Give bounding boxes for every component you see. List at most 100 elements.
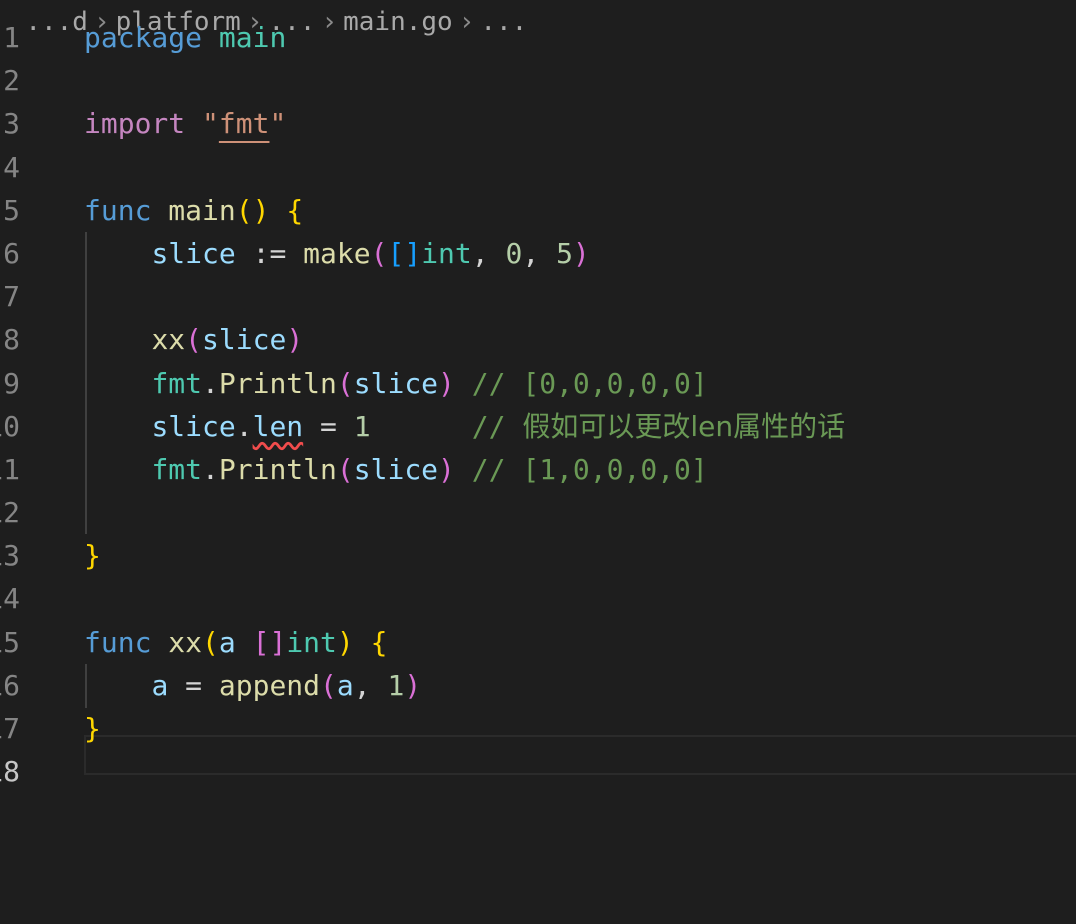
code-token: import xyxy=(84,107,186,141)
code-line[interactable]: 4 xyxy=(0,146,1076,189)
code-token: main xyxy=(218,21,287,54)
code-token: 1 xyxy=(353,409,371,443)
code-token: 假如可以更改len属性的话 xyxy=(522,409,846,443)
line-number: 2 xyxy=(3,64,20,98)
code-token: fmt xyxy=(218,107,270,141)
code-token: make xyxy=(303,236,371,270)
line-number: 14 xyxy=(0,582,20,616)
code-token: ) xyxy=(572,236,590,270)
code-line[interactable]: 8 xx(slice) xyxy=(0,318,1076,361)
line-number: 4 xyxy=(3,150,20,184)
code-line[interactable]: 1 package main xyxy=(0,16,1076,59)
code-token: ( xyxy=(185,323,203,357)
code-line[interactable]: 7 xyxy=(0,275,1076,318)
code-token: { xyxy=(370,625,388,659)
code-token: fmt xyxy=(151,366,203,400)
code-token: = xyxy=(303,409,354,443)
code-editor[interactable]: 1 package main 2 3 import "fmt" 4 5 func main()… xyxy=(0,16,1076,793)
code-line[interactable]: 6 slice := make([]int, 0, 5) xyxy=(0,232,1076,275)
code-token: 5 xyxy=(556,236,573,270)
code-token: . xyxy=(235,409,253,443)
code-token: ) xyxy=(336,625,354,659)
code-text: func main() { xyxy=(84,189,303,232)
code-token: fmt xyxy=(151,452,203,486)
line-number: 16 xyxy=(0,668,20,702)
line-number: 10 xyxy=(0,409,20,443)
code-line[interactable]: 2 xyxy=(0,59,1076,102)
code-token: package xyxy=(84,21,203,54)
code-token: Println xyxy=(218,452,337,486)
code-token: ) xyxy=(438,366,455,400)
code-text: func xx(a []int) { xyxy=(84,621,387,664)
code-token: " xyxy=(202,107,219,141)
code-token: func xyxy=(84,193,152,227)
code-token: int xyxy=(421,236,472,270)
code-token: } xyxy=(84,539,101,573)
code-line[interactable]: 13} xyxy=(0,534,1076,577)
code-text: import "fmt" xyxy=(84,102,286,145)
line-number: 15 xyxy=(0,625,20,659)
code-token: xx xyxy=(151,323,186,357)
code-line[interactable]: 17} xyxy=(0,707,1076,750)
line-number: 6 xyxy=(3,236,20,270)
line-number: 11 xyxy=(0,452,20,486)
code-line[interactable]: 5 func main() { xyxy=(0,189,1076,232)
code-text: a = append(a, 1) xyxy=(84,664,421,707)
code-line[interactable]: 16 a = append(a, 1) xyxy=(0,664,1076,707)
code-token: slice xyxy=(353,452,439,486)
line-number: 8 xyxy=(3,323,20,357)
code-token: a xyxy=(218,625,236,659)
breadcrumb: ...d › platform ›... › main.go ›... xyxy=(0,0,527,36)
code-line[interactable]: 10 slice.len = 1 // 假如可以更改len属性的话 xyxy=(0,405,1076,448)
code-token: Println xyxy=(218,366,337,400)
code-text: } xyxy=(84,534,101,577)
line-number: 13 xyxy=(0,539,20,573)
code-token: { xyxy=(286,193,304,227)
code-token: " xyxy=(269,107,287,141)
code-line[interactable]: 9 fmt.Println(slice) // [0,0,0,0,0] xyxy=(0,362,1076,405)
code-token: func xyxy=(84,625,152,659)
code-token: , xyxy=(522,236,557,270)
code-text: package main xyxy=(84,16,286,59)
code-line[interactable]: 15 func xx(a []int) { xyxy=(0,621,1076,664)
code-token: ) xyxy=(404,668,422,702)
code-token: // xyxy=(471,409,523,443)
code-text: xx(slice) xyxy=(84,318,303,361)
code-token: [] xyxy=(387,236,422,270)
code-line[interactable]: 14 xyxy=(0,577,1076,620)
code-token: len xyxy=(252,409,304,443)
code-line[interactable]: 11 fmt.Println(slice) // [1,0,0,0,0] xyxy=(0,448,1076,491)
code-token: := xyxy=(235,236,304,270)
code-token: append xyxy=(218,668,321,702)
line-number: 3 xyxy=(3,107,20,141)
code-token: ( xyxy=(370,236,388,270)
code-token: , xyxy=(353,668,388,702)
code-token: slice xyxy=(151,236,236,270)
code-token: ) xyxy=(286,323,304,357)
code-token: slice xyxy=(353,366,439,400)
line-number: 18 xyxy=(0,755,20,789)
code-token: slice xyxy=(202,323,287,357)
code-token: // [1,0,0,0,0] xyxy=(471,452,708,486)
code-line[interactable]: 3 import "fmt" xyxy=(0,102,1076,145)
code-token: 0 xyxy=(505,236,523,270)
line-number: 1 xyxy=(3,21,20,54)
code-token: ( xyxy=(336,452,354,486)
code-text: slice.len = 1 // 假如可以更改len属性的话 xyxy=(84,405,845,448)
code-token: } xyxy=(84,712,101,745)
code-line[interactable]: 18 xyxy=(0,750,1076,793)
code-line[interactable]: 12 xyxy=(0,491,1076,534)
